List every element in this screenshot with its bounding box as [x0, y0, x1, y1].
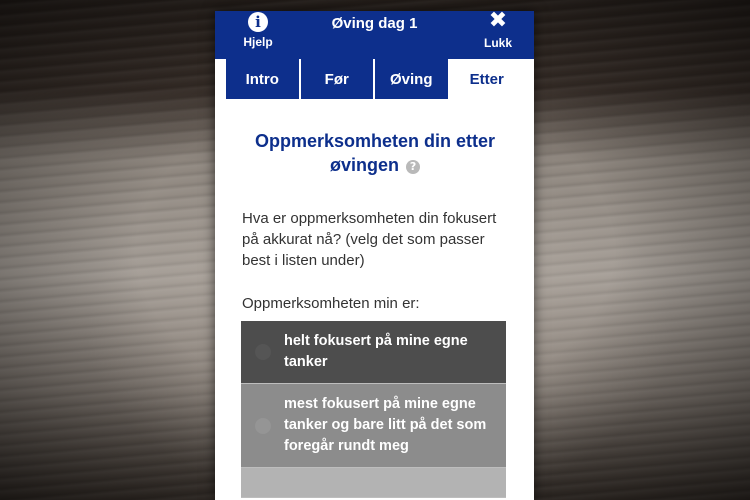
- tab-oving[interactable]: Øving: [375, 59, 450, 99]
- tab-bar: Intro Før Øving Etter: [226, 59, 524, 99]
- question-help-icon[interactable]: ?: [406, 160, 421, 174]
- option-item[interactable]: helt fokusert på mine egne tanker: [241, 321, 506, 384]
- close-icon: ✖: [488, 11, 508, 33]
- option-label: helt fokusert på mine egne tanker: [284, 333, 468, 370]
- tab-intro[interactable]: Intro: [226, 59, 301, 99]
- tab-for[interactable]: Før: [300, 59, 375, 99]
- section-title: Oppmerksomheten din etter øvingen ?: [245, 129, 505, 177]
- option-list: helt fokusert på mine egne tanker mest f…: [241, 321, 506, 498]
- options-label: Oppmerksomheten min er:: [242, 295, 420, 312]
- option-label: mest fokusert på mine egne tanker og bar…: [284, 396, 487, 454]
- radio-icon[interactable]: [255, 344, 271, 360]
- radio-icon[interactable]: [255, 417, 271, 434]
- option-item[interactable]: [241, 468, 506, 498]
- help-label: Hjelp: [243, 35, 273, 49]
- section-title-text: Oppmerksomheten din etter øvingen: [254, 131, 496, 175]
- tab-etter[interactable]: Etter: [449, 59, 524, 99]
- question-text: Hva er oppmerksomheten din fokusert på a…: [242, 210, 497, 269]
- app-panel: i Hjelp Øving dag 1 ✖ Lukk Intro Før Øvi…: [215, 11, 534, 500]
- close-button[interactable]: ✖ Lukk: [473, 11, 523, 59]
- close-label: Lukk: [483, 36, 512, 50]
- option-item[interactable]: mest fokusert på mine egne tanker og bar…: [241, 384, 506, 468]
- app-header: i Hjelp Øving dag 1 ✖ Lukk: [215, 11, 534, 59]
